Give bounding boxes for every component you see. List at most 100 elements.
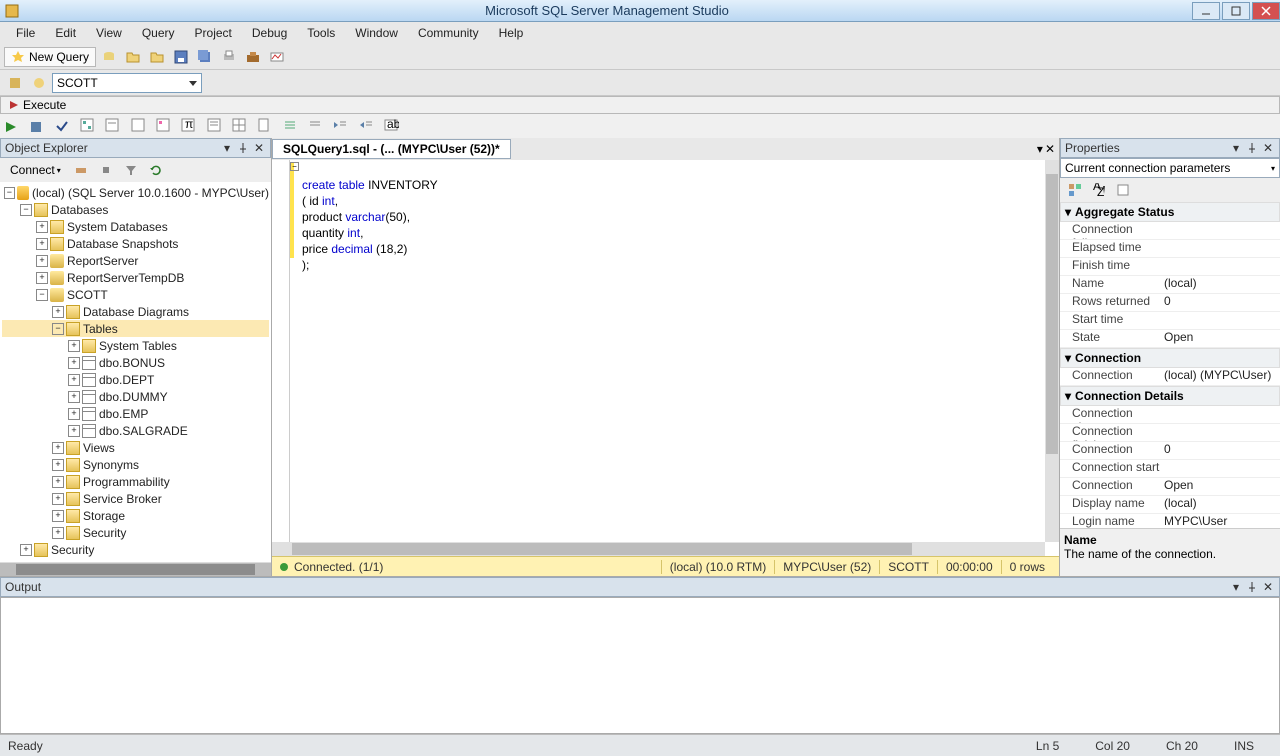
panel-dropdown-icon[interactable]: ▾ (1229, 580, 1243, 594)
results-file-icon[interactable] (253, 114, 275, 136)
menu-community[interactable]: Community (408, 24, 489, 42)
menu-file[interactable]: File (6, 24, 45, 42)
fold-icon[interactable]: − (290, 162, 299, 171)
tree-tables[interactable]: Tables (83, 322, 118, 336)
disconnect-icon[interactable] (70, 159, 92, 181)
query-tab[interactable]: SQLQuery1.sql - (... (MYPC\User (52))* (272, 139, 511, 159)
connect-button[interactable]: Connect▾ (4, 162, 67, 178)
tree-scrollbar[interactable] (0, 562, 271, 576)
refresh-icon[interactable] (145, 159, 167, 181)
collapse-icon[interactable]: − (52, 323, 64, 335)
outdent-icon[interactable] (355, 114, 377, 136)
properties-subject[interactable]: Current connection parameters▾ (1060, 158, 1280, 178)
property-row[interactable]: Connection name(local) (MYPC\User) (1060, 368, 1280, 386)
execute-button[interactable]: Execute (0, 96, 1280, 114)
panel-dropdown-icon[interactable]: ▾ (1229, 141, 1243, 155)
property-row[interactable]: Display name(local) (1060, 496, 1280, 514)
open-file-icon[interactable] (146, 46, 168, 68)
expand-icon[interactable]: + (52, 476, 64, 488)
expand-icon[interactable]: + (68, 425, 80, 437)
toolbox-icon[interactable] (242, 46, 264, 68)
estimated-plan-icon[interactable] (76, 114, 98, 136)
tree-item[interactable]: Storage (83, 509, 125, 523)
results-grid-icon[interactable] (228, 114, 250, 136)
maximize-button[interactable] (1222, 2, 1250, 20)
expand-icon[interactable]: + (20, 544, 32, 556)
tree-item[interactable]: Synonyms (83, 458, 139, 472)
tree-security[interactable]: Security (51, 543, 94, 557)
comment-icon[interactable] (279, 114, 301, 136)
tree-root[interactable]: (local) (SQL Server 10.0.1600 - MYPC\Use… (32, 186, 269, 200)
menu-debug[interactable]: Debug (242, 24, 297, 42)
expand-icon[interactable]: + (36, 238, 48, 250)
tree-item[interactable]: System Databases (67, 220, 168, 234)
menu-view[interactable]: View (86, 24, 132, 42)
property-row[interactable]: Login nameMYPC\User (1060, 514, 1280, 528)
collapse-icon[interactable]: − (4, 187, 15, 199)
filter-icon[interactable] (120, 159, 142, 181)
use-db-icon[interactable] (4, 72, 26, 94)
property-row[interactable]: Elapsed time (1060, 240, 1280, 258)
expand-icon[interactable]: + (68, 357, 80, 369)
collapse-icon[interactable]: − (36, 289, 48, 301)
expand-icon[interactable]: + (36, 255, 48, 267)
property-grid[interactable]: ▾Aggregate Status Connection failurElaps… (1060, 202, 1280, 528)
tree-diagrams[interactable]: Database Diagrams (83, 305, 189, 319)
editor-vscroll[interactable] (1045, 160, 1059, 542)
tree-item[interactable]: Service Broker (83, 492, 162, 506)
tree-item[interactable]: ReportServer (67, 254, 138, 268)
tree-table[interactable]: dbo.DEPT (99, 373, 154, 387)
property-row[interactable]: Name(local) (1060, 276, 1280, 294)
property-row[interactable]: Connection stateOpen (1060, 478, 1280, 496)
menu-project[interactable]: Project (185, 24, 242, 42)
print-icon[interactable] (218, 46, 240, 68)
expand-icon[interactable]: + (52, 306, 64, 318)
stop-icon[interactable] (95, 159, 117, 181)
pin-icon[interactable] (1245, 141, 1259, 155)
property-pages-icon[interactable] (1112, 179, 1134, 201)
tree-systables[interactable]: System Tables (99, 339, 177, 353)
activity-icon[interactable] (266, 46, 288, 68)
expand-icon[interactable]: + (52, 510, 64, 522)
results-text-icon[interactable] (203, 114, 225, 136)
pin-icon[interactable] (236, 141, 250, 155)
expand-icon[interactable]: + (68, 374, 80, 386)
tree-table[interactable]: dbo.BONUS (99, 356, 165, 370)
new-query-button[interactable]: New Query (4, 47, 96, 67)
tab-dropdown-icon[interactable]: ▾ (1037, 142, 1043, 156)
tree-item[interactable]: Views (83, 441, 115, 455)
property-row[interactable]: Connection finish (1060, 424, 1280, 442)
tree-item[interactable]: Security (83, 526, 126, 540)
debug-icon[interactable] (0, 116, 22, 138)
expand-icon[interactable]: + (52, 527, 64, 539)
indent-icon[interactable] (329, 114, 351, 136)
query-options-icon[interactable] (101, 114, 123, 136)
tree-table[interactable]: dbo.EMP (99, 407, 148, 421)
expand-icon[interactable]: + (52, 442, 64, 454)
tree[interactable]: − (local) (SQL Server 10.0.1600 - MYPC\Us… (0, 182, 271, 562)
tree-databases[interactable]: Databases (51, 203, 108, 217)
uncomment-icon[interactable] (304, 114, 326, 136)
expand-icon[interactable]: + (68, 340, 80, 352)
pin-icon[interactable] (1245, 580, 1259, 594)
editor-hscroll[interactable] (272, 542, 1045, 556)
specify-values-icon[interactable]: ab (380, 114, 402, 136)
property-row[interactable]: StateOpen (1060, 330, 1280, 348)
property-row[interactable]: Start time (1060, 312, 1280, 330)
expand-icon[interactable]: + (36, 272, 48, 284)
collapse-icon[interactable]: ▾ (1065, 351, 1071, 365)
tree-table[interactable]: dbo.DUMMY (99, 390, 168, 404)
close-icon[interactable]: ✕ (1261, 141, 1275, 155)
expand-icon[interactable]: + (36, 221, 48, 233)
menu-help[interactable]: Help (489, 24, 534, 42)
menu-query[interactable]: Query (132, 24, 185, 42)
property-row[interactable]: Connection start t (1060, 460, 1280, 478)
close-icon[interactable]: ✕ (252, 141, 266, 155)
output-body[interactable] (0, 597, 1280, 734)
menu-edit[interactable]: Edit (45, 24, 86, 42)
change-connection-icon[interactable] (28, 72, 50, 94)
property-row[interactable]: Connection elaps (1060, 406, 1280, 424)
database-combo[interactable]: SCOTT (52, 73, 202, 93)
expand-icon[interactable]: + (52, 459, 64, 471)
sql-editor[interactable]: − create table INVENTORY ( id int, produ… (272, 160, 1059, 556)
